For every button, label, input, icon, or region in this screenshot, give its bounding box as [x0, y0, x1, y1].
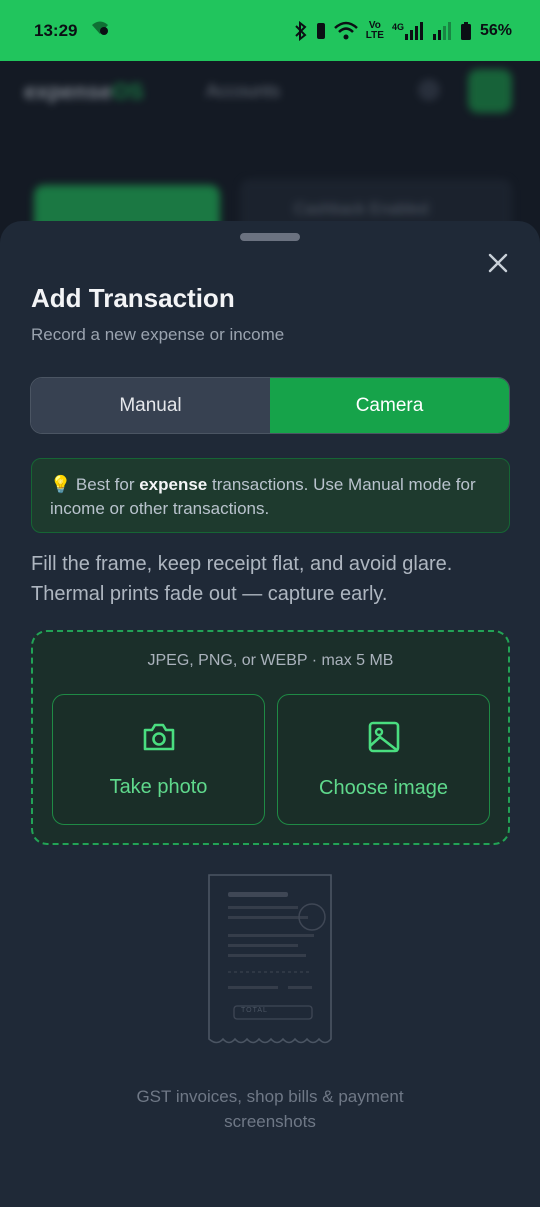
vibrate-icon: [316, 22, 326, 40]
choose-image-label: Choose image: [319, 776, 448, 799]
sheet-drag-handle[interactable]: [240, 233, 300, 241]
lightbulb-icon: 💡: [50, 475, 72, 494]
background-logo-text: expense: [24, 79, 113, 104]
lte-label: LTE: [365, 29, 384, 41]
battery-icon: [460, 21, 472, 40]
camera-icon: [141, 721, 177, 758]
network-gen-label: 4G: [391, 21, 404, 32]
receipt-dropzone[interactable]: JPEG, PNG, or WEBP · max 5 MB Take photo…: [31, 630, 510, 845]
bluetooth-icon: [294, 20, 308, 41]
signal-strength-icon: 4G: [391, 21, 424, 40]
background-logo: expenseOS: [24, 79, 144, 105]
capture-guide-text: Fill the frame, keep receipt flat, and a…: [31, 553, 453, 605]
manual-mode-button[interactable]: Manual: [31, 378, 270, 433]
accepted-formats-text: JPEG, PNG, or WEBP · max 5 MB: [147, 652, 394, 669]
background-logo-accent: OS: [112, 79, 144, 104]
background-icon: [418, 79, 440, 101]
receipt-total-label: TOTAL: [241, 1007, 268, 1014]
tip-emphasis: expense: [139, 475, 208, 494]
image-icon: [367, 720, 401, 759]
status-bar: 13:29 Vo LTE 4G 56%: [0, 0, 540, 61]
add-transaction-sheet: Add Transaction Record a new expense or …: [0, 221, 540, 1207]
close-button[interactable]: [484, 251, 512, 279]
volte-indicator: Vo LTE: [365, 19, 384, 41]
sheet-title: Add Transaction: [31, 283, 235, 313]
signal-strength-2-icon: [432, 21, 452, 40]
status-time: 13:29: [34, 20, 78, 40]
take-photo-label: Take photo: [109, 775, 208, 798]
choose-image-button[interactable]: Choose image: [277, 694, 490, 825]
battery-percent: 56%: [479, 21, 512, 39]
volte-label: Vo: [368, 19, 381, 31]
close-icon: [487, 252, 509, 279]
sheet-subtitle: Record a new expense or income: [31, 325, 285, 344]
tip-prefix: Best for: [75, 475, 140, 494]
take-photo-button[interactable]: Take photo: [52, 694, 265, 825]
camera-tip-banner: 💡 Best for expense transactions. Use Man…: [31, 458, 510, 533]
camera-mode-button[interactable]: Camera: [270, 378, 509, 433]
background-add-button: [468, 69, 512, 113]
wifi-icon: [333, 21, 358, 41]
mode-toggle: Manual Camera: [30, 377, 510, 434]
background-card-text: Cashback Enabled: [294, 201, 429, 218]
wifi-calling-icon: [91, 20, 109, 41]
supported-documents-note: GST invoices, shop bills & payment scree…: [136, 1087, 404, 1131]
background-nav-accounts: Accounts: [206, 81, 281, 101]
receipt-illustration: TOTAL: [205, 874, 335, 1046]
